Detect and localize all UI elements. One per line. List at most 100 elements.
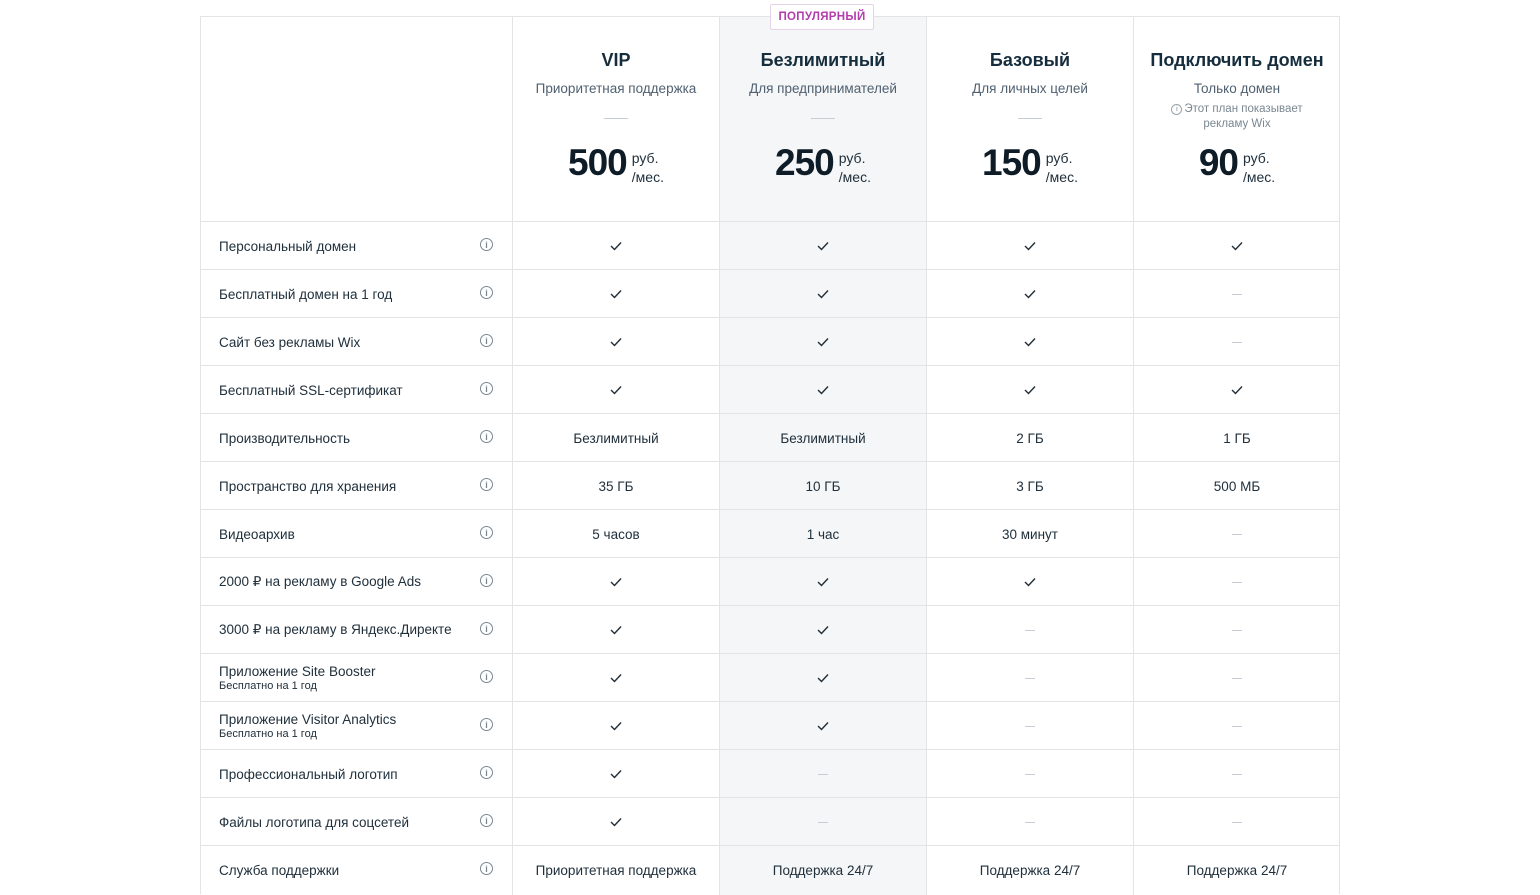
feature-row: Пространство для хранения i 35 ГБ 10 ГБ 3 ГБ… <box>201 462 1339 510</box>
feature-name: 3000 ₽ на рекламу в Яндекс.Директе <box>219 606 479 654</box>
plan-name: VIP <box>601 50 631 70</box>
plan-name: Подключить домен <box>1150 50 1324 70</box>
feature-cell <box>927 222 1133 270</box>
plan-subtitle: Приоритетная поддержка <box>535 81 697 96</box>
check-icon <box>610 578 622 587</box>
check-icon <box>817 338 829 347</box>
feature-label: Приложение Visitor Analytics <box>219 712 397 727</box>
info-icon[interactable]: i <box>480 622 493 635</box>
check-icon <box>610 290 622 299</box>
price-unit: руб. /мес. <box>1243 149 1275 187</box>
feature-cell <box>1134 798 1340 846</box>
feature-label: Персональный домен <box>219 238 357 254</box>
dash-icon <box>1232 629 1242 631</box>
info-icon[interactable]: i <box>480 526 493 539</box>
plan-subtitle: Для личных целей <box>972 81 1088 96</box>
check-icon <box>610 770 622 779</box>
plan-header: Подключить домен Только домен i Этот план п… <box>1134 17 1340 221</box>
price-period: /мес. <box>1045 169 1078 185</box>
comparison-table: VIP Приоритетная поддержка 500 руб./мес. … <box>200 16 1340 895</box>
dash-icon <box>1025 773 1035 775</box>
feature-name: Приложение Site Booster Бесплатно на 1 го… <box>219 654 479 702</box>
feature-cell <box>1134 318 1340 366</box>
price-unit: руб. /мес. <box>632 149 664 187</box>
feature-label: Профессиональный логотип <box>219 766 398 782</box>
feature-label: 2000 ₽ на рекламу в Google Ads <box>219 574 421 589</box>
feature-name: Бесплатный домен на 1 год <box>219 270 479 318</box>
info-icon[interactable]: i <box>480 718 493 731</box>
feature-cell <box>720 654 926 702</box>
feature-cell <box>1134 750 1340 798</box>
feature-name: Профессиональный логотип <box>219 750 479 798</box>
feature-cell: 1 час <box>806 526 840 542</box>
feature-cell <box>927 750 1133 798</box>
dash-icon <box>1232 821 1242 823</box>
feature-cell: 3 ГБ <box>1016 478 1044 494</box>
info-icon[interactable]: i <box>1171 104 1183 115</box>
feature-cell <box>1134 222 1340 270</box>
feature-cell: Поддержка 24/7 <box>1186 862 1288 878</box>
info-icon[interactable]: i <box>480 430 493 443</box>
plan-ad-note: i Этот план показывает рекламу Wix <box>1154 102 1320 132</box>
feature-label: Файлы логотипа для соцсетей <box>219 814 410 830</box>
dash-icon <box>1232 677 1242 679</box>
feature-cell <box>927 318 1133 366</box>
price-amount: 150 <box>982 142 1042 183</box>
feature-row: Бесплатный домен на 1 год i <box>201 270 1339 318</box>
feature-cell <box>927 606 1133 654</box>
divider-dash <box>1018 118 1042 119</box>
plan-header: Безлимитный Для предпринимателей 250 руб.… <box>720 17 926 221</box>
info-icon[interactable]: i <box>480 862 493 875</box>
info-icon[interactable]: i <box>480 382 493 395</box>
price-unit: руб. /мес. <box>839 149 871 187</box>
feature-cell <box>927 366 1133 414</box>
info-icon[interactable]: i <box>480 766 493 779</box>
feature-cell: 5 часов <box>592 526 640 542</box>
check-icon <box>817 242 829 251</box>
feature-cell <box>927 702 1133 750</box>
feature-cell <box>513 222 719 270</box>
dash-icon <box>1232 341 1242 343</box>
feature-cell: 35 ГБ <box>598 478 634 494</box>
feature-cell <box>720 702 926 750</box>
info-icon[interactable]: i <box>480 670 493 683</box>
dash-icon <box>1025 629 1035 631</box>
feature-cell: Приоритетная поддержка <box>535 862 697 878</box>
info-icon[interactable]: i <box>480 574 493 587</box>
feature-cell <box>513 750 719 798</box>
feature-row: Бесплатный SSL-сертификат i <box>201 366 1339 414</box>
price-period: /мес. <box>838 169 871 185</box>
price-amount: 500 <box>568 142 628 183</box>
feature-row: Производительность i Безлимитный Безлимитны… <box>201 414 1339 462</box>
feature-cell <box>720 558 926 606</box>
feature-cell <box>927 270 1133 318</box>
info-icon[interactable]: i <box>480 238 493 251</box>
feature-cell <box>1134 558 1340 606</box>
info-icon[interactable]: i <box>480 286 493 299</box>
check-icon <box>817 386 829 395</box>
plan-subtitle: Для предпринимателей <box>749 81 897 96</box>
feature-cell <box>720 750 926 798</box>
plan-price: 150 руб. /мес. <box>927 143 1133 187</box>
feature-label: Приложение Site Booster <box>219 664 376 679</box>
feature-cell <box>513 270 719 318</box>
dash-icon <box>1232 581 1242 583</box>
check-icon <box>1024 338 1036 347</box>
info-icon[interactable]: i <box>480 334 493 347</box>
price-period: /мес. <box>631 169 664 185</box>
plan-name: Безлимитный <box>760 50 886 70</box>
feature-label: Видеоархив <box>219 526 295 542</box>
feature-cell <box>927 654 1133 702</box>
check-icon <box>610 818 622 827</box>
check-icon <box>610 674 622 683</box>
info-icon[interactable]: i <box>480 814 493 827</box>
feature-name: Приложение Visitor Analytics Бесплатно на… <box>219 702 479 750</box>
feature-label: Бесплатный SSL-сертификат <box>219 382 403 398</box>
check-icon <box>610 722 622 731</box>
feature-name: Файлы логотипа для соцсетей <box>219 798 479 846</box>
plan-price: 500 руб. /мес. <box>513 143 719 187</box>
info-icon[interactable]: i <box>480 478 493 491</box>
check-icon <box>817 290 829 299</box>
check-icon <box>817 626 829 635</box>
dash-icon <box>818 821 828 823</box>
